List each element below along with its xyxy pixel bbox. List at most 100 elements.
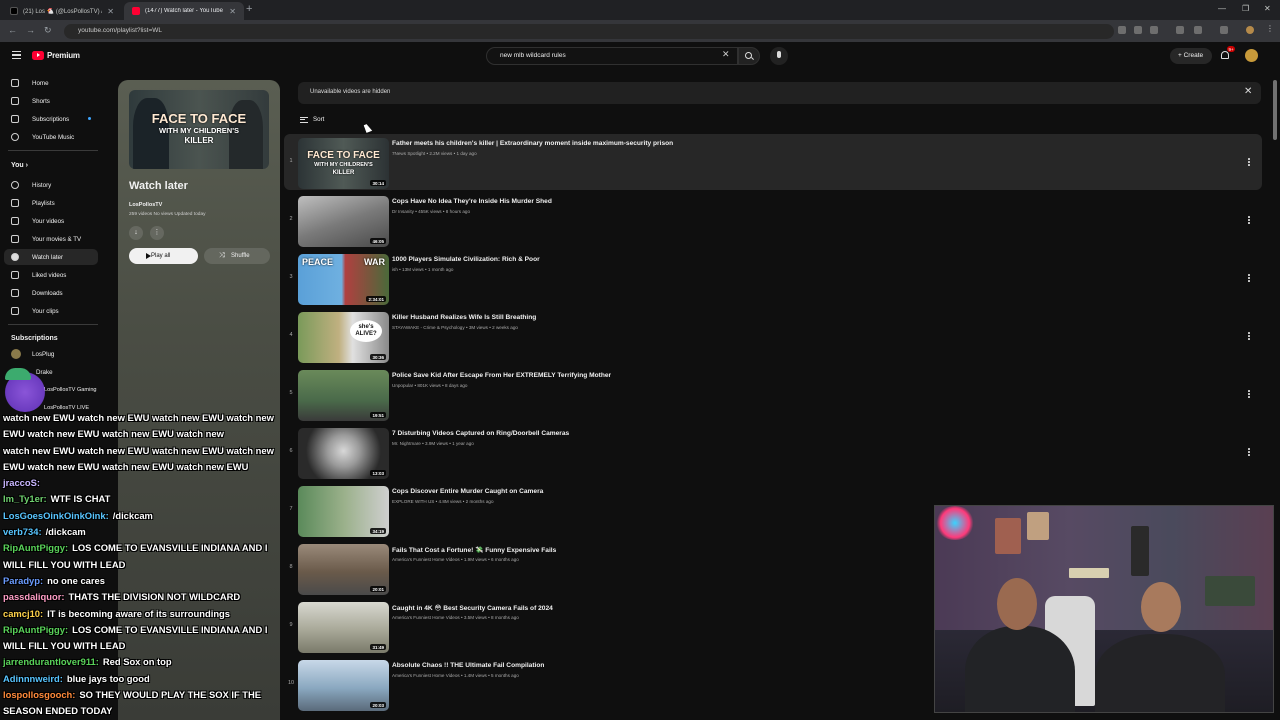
extensions-puzzle-icon[interactable] [1194,26,1202,34]
play-all-button[interactable]: Play all [129,248,198,264]
browser-menu-icon[interactable]: ⋮ [1266,24,1274,33]
video-title[interactable]: 1000 Players Simulate Civilization: Rich… [392,256,540,263]
video-title[interactable]: Killer Husband Realizes Wife Is Still Br… [392,314,536,321]
new-tab-icon[interactable]: + [246,3,252,15]
extension-icon[interactable] [1176,26,1184,34]
search-input[interactable]: new mlb wildcard rules [486,47,738,65]
hamburger-menu-icon[interactable] [12,51,21,59]
video-thumbnail[interactable]: 31:49 [298,602,389,653]
video-thumbnail[interactable]: PEACE WAR 2:34:01 [298,254,389,305]
sidebar-item-shorts[interactable]: Shorts [4,93,98,109]
url-input[interactable]: youtube.com/playlist?list=WL [64,24,1114,39]
scrollbar-thumb[interactable] [1273,80,1277,140]
profile-avatar-icon[interactable] [1246,26,1254,34]
video-meta: America's Funniest Home Videos • 3.5M vi… [392,615,519,620]
chat-message: verb734:/dickcam [0,524,310,540]
notifications-bell-icon[interactable] [1221,51,1229,59]
more-actions-icon[interactable] [1248,332,1251,341]
video-title[interactable]: Caught in 4K 😳 Best Security Camera Fail… [392,604,553,612]
search-button[interactable] [738,47,760,65]
chat-username: RipAuntPiggy: [3,623,69,635]
list-item[interactable]: 2 46:05 Cops Have No Idea They're Inside… [284,192,1262,248]
account-avatar[interactable] [1245,49,1258,62]
video-thumbnail[interactable]: 34:19 [298,486,389,537]
scissors-icon [11,307,19,315]
browser-tab-youtube[interactable]: (1477) Watch later - YouTube ✕ [124,2,244,20]
list-item[interactable]: 4 she's ALIVE? 30:36 Killer Husband Reali… [284,308,1262,364]
video-title[interactable]: Absolute Chaos !! THE Ultimate Fail Comp… [392,662,544,669]
youtube-premium-logo[interactable]: Premium [32,51,80,60]
sidebar-item-youtube-music[interactable]: YouTube Music [4,129,98,145]
video-title[interactable]: Fails That Cost a Fortune! 💸 Funny Expen… [392,546,556,554]
sort-button[interactable]: Sort [300,116,324,123]
video-thumbnail[interactable]: she's ALIVE? 30:36 [298,312,389,363]
sidebar-item-downloads[interactable]: Downloads [4,285,98,301]
bookmark-star-icon[interactable] [1150,26,1158,34]
video-thumbnail[interactable]: FACE TO FACE WITH MY CHILDREN'S KILLER 3… [298,138,389,189]
sidebar-item-subscriptions[interactable]: Subscriptions [4,111,98,127]
more-actions-icon[interactable] [1248,216,1251,225]
clear-search-icon[interactable]: ✕ [722,49,730,60]
sidebar-item-history[interactable]: History [4,177,98,193]
maximize-icon[interactable]: ❐ [1242,4,1249,13]
sidebar-sub-losplug[interactable]: LosPlug [4,346,98,362]
video-index: 1 [289,158,293,164]
more-actions-icon[interactable] [1248,158,1251,167]
create-button[interactable]: + Create [1170,48,1212,64]
zoom-icon[interactable] [1134,26,1142,34]
sidebar-item-your-clips[interactable]: Your clips [4,303,98,319]
sidebar-item-your-videos[interactable]: Your videos [4,213,98,229]
shuffle-button[interactable]: ⤨ Shuffle [204,248,270,264]
minimize-icon[interactable]: — [1218,4,1226,13]
close-tab-icon[interactable]: ✕ [229,7,236,16]
playlist-owner[interactable]: LosPollosTV [129,202,162,208]
sidebar-item-liked-videos[interactable]: Liked videos [4,267,98,283]
playlists-icon [11,199,19,207]
forward-icon[interactable]: → [26,25,35,35]
browser-tab-x[interactable]: (21) Los 🐔 (@LosPollosTV) / X ✕ [2,2,122,20]
sidebar-item-watch-later[interactable]: Watch later [4,249,98,265]
close-tab-icon[interactable]: ✕ [107,7,114,16]
video-title[interactable]: Police Save Kid After Escape From Her EX… [392,372,611,379]
reload-icon[interactable]: ↻ [44,25,52,36]
list-item[interactable]: 3 PEACE WAR 2:34:01 1000 Players Simulat… [284,250,1262,306]
more-actions-icon[interactable] [1248,448,1251,457]
sidebar-icon[interactable] [1220,26,1228,34]
video-thumbnail[interactable]: 13:03 [298,428,389,479]
video-thumbnail[interactable]: 20:01 [298,544,389,595]
list-item[interactable]: 6 13:03 7 Disturbing Videos Captured on … [284,424,1262,480]
logo-text: Premium [47,51,80,60]
list-item[interactable]: 5 19:51 Police Save Kid After Escape Fro… [284,366,1262,422]
thumbnail-caption: WITH MY CHILDREN'S [159,126,239,135]
more-actions-icon[interactable] [1248,390,1251,399]
sidebar-you-header[interactable]: You › [4,158,98,174]
close-window-icon[interactable]: ✕ [1264,4,1271,13]
sidebar-item-your-movies[interactable]: Your movies & TV [4,231,98,247]
sidebar-item-playlists[interactable]: Playlists [4,195,98,211]
download-icon[interactable]: ↓ [129,226,143,240]
video-title[interactable]: Cops Discover Entire Murder Caught on Ca… [392,488,543,495]
video-title[interactable]: Father meets his children's killer | Ext… [392,140,673,147]
more-actions-icon[interactable] [1248,274,1251,283]
video-thumbnail[interactable]: 46:05 [298,196,389,247]
video-thumbnail[interactable]: 20:03 [298,660,389,711]
sidebar-item-home[interactable]: Home [4,75,98,91]
streamer-avatar-overlay [3,368,47,412]
extension-icon[interactable] [1118,26,1126,34]
back-icon[interactable]: ← [8,25,17,35]
list-item[interactable]: 1 FACE TO FACE WITH MY CHILDREN'S KILLER… [284,134,1262,190]
thumbnail-caption: KILLER [184,136,214,145]
video-duration: 13:03 [370,470,386,476]
playlist-thumbnail[interactable]: FACE TO FACE WITH MY CHILDREN'S KILLER [129,90,269,169]
video-index: 4 [289,332,293,338]
video-title[interactable]: Cops Have No Idea They're Inside His Mur… [392,198,552,205]
video-thumbnail[interactable]: 19:51 [298,370,389,421]
more-options-icon[interactable]: ⋮ [150,226,164,240]
voice-search-icon[interactable] [770,47,788,65]
chat-message: LosGoesOinkOinkOink:/dickcam [0,508,310,524]
dismiss-notice-icon[interactable]: ✕ [1244,87,1252,97]
video-title[interactable]: 7 Disturbing Videos Captured on Ring/Doo… [392,430,569,437]
chat-text: EWU watch new EWU watch new EWU watch ne… [3,460,249,472]
chat-text: WILL FILL YOU WITH LEAD [3,558,126,570]
chat-text: watch new EWU watch new EWU watch new EW… [3,444,274,456]
